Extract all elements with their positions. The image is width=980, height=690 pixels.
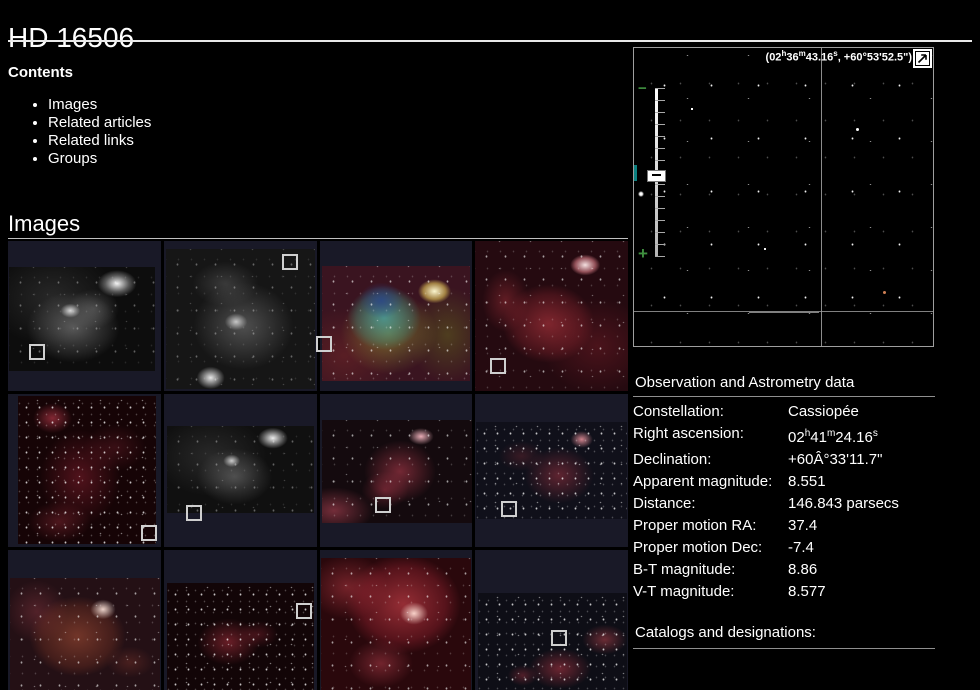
heart-nebula-color-wide (10, 578, 160, 690)
observation-row: Declination: +60Â°33'11.7" (633, 449, 935, 471)
heart-nebula-red-2 (321, 420, 472, 523)
observation-value: 8.577 (788, 583, 826, 600)
heart-nebula-dim-red (166, 583, 314, 690)
main-content: Contents ImagesRelated articlesRelated l… (8, 56, 628, 690)
image-thumbnail-5[interactable] (8, 394, 161, 547)
image-thumbnail-grid (8, 241, 628, 690)
image-region-marker (501, 501, 518, 517)
image-thumbnail-3[interactable] (315, 241, 473, 391)
map-zoom-slider[interactable]: − + (638, 80, 668, 268)
catalogs-heading: Catalogs and designations: (633, 624, 935, 649)
heart-nebula-bright-red (320, 558, 471, 690)
image-region-marker (490, 358, 507, 374)
observation-heading: Observation and Astrometry data (633, 374, 935, 397)
heart-nebula-false-color (321, 266, 470, 381)
images-divider (8, 238, 628, 239)
image-region-marker (374, 497, 391, 513)
image-region-marker (315, 336, 332, 352)
contents-link-related-articles[interactable]: Related articles (48, 114, 151, 131)
observation-label: Right ascension: (633, 425, 744, 442)
contents-item: Related links (48, 132, 628, 150)
map-grid-line-horizontal-2 (749, 312, 819, 313)
expand-arrow-icon (916, 52, 929, 65)
heart-nebula-grayscale-2 (165, 249, 315, 389)
map-grid-line-vertical (821, 48, 822, 346)
image-region-marker (295, 603, 312, 619)
map-star-dot (856, 128, 859, 131)
observation-row: Proper motion Dec: -7.4 (633, 537, 935, 559)
contents-item: Groups (48, 150, 628, 168)
image-region-marker (185, 505, 202, 521)
image-region-marker (29, 344, 45, 360)
image-thumbnail-9[interactable] (8, 550, 161, 690)
observation-label: Proper motion Dec: (633, 539, 763, 556)
observation-row: V-T magnitude: 8.577 (633, 581, 935, 603)
observation-table: Constellation: Cassiopée Right ascension: 0… (633, 401, 935, 603)
observation-label: V-T magnitude: (633, 583, 735, 600)
observation-value: Cassiopée (788, 403, 859, 420)
image-thumbnail-12[interactable] (475, 550, 628, 690)
contents-link-groups[interactable]: Groups (48, 150, 97, 167)
observation-row: B-T magnitude: 8.86 (633, 559, 935, 581)
heart-nebula-dark-red-portrait (18, 396, 156, 544)
observation-value: +60Â°33'11.7" (788, 451, 883, 468)
image-thumbnail-2[interactable] (163, 241, 317, 391)
observation-table-body: Constellation: Cassiopée Right ascension: 0… (633, 401, 935, 603)
observation-row: Constellation: Cassiopée (633, 401, 935, 423)
observation-label: Constellation: (633, 403, 724, 420)
contents-list: ImagesRelated articlesRelated linksGroup… (8, 96, 628, 168)
map-coordinates-label: (02h36m43.16s, +60°53'52.5") (765, 49, 912, 64)
image-thumbnail-6[interactable] (163, 394, 317, 547)
zoom-in-button[interactable]: + (638, 244, 648, 264)
observation-label: Proper motion RA: (633, 517, 757, 534)
heart-nebula-red-starfield (476, 422, 628, 519)
image-thumbnail-1[interactable] (8, 241, 161, 391)
observation-label: Apparent magnitude: (633, 473, 773, 490)
observation-row: Proper motion RA: 37.4 (633, 515, 935, 537)
observation-value: -7.4 (788, 539, 814, 556)
zoom-out-button[interactable]: − (638, 80, 647, 97)
page-title: HD 16506 (8, 21, 135, 53)
map-expand-button[interactable] (915, 51, 930, 66)
observation-row: Apparent magnitude: 8.551 (633, 471, 935, 493)
map-star-dot (691, 108, 693, 110)
contents-link-images[interactable]: Images (48, 96, 97, 113)
observation-label: Distance: (633, 495, 696, 512)
contents-heading: Contents (8, 64, 73, 81)
observation-row: Distance: 146.843 parsecs (633, 493, 935, 515)
observation-value: 8.86 (788, 561, 818, 578)
observation-value: 8.551 (788, 473, 826, 490)
image-thumbnail-10[interactable] (163, 550, 317, 690)
sky-map[interactable]: (02h36m43.16s, +60°53'52.5") − + (633, 47, 934, 347)
observation-label: Declination: (633, 451, 712, 468)
image-thumbnail-11[interactable] (319, 550, 473, 690)
map-teal-marker (634, 165, 637, 181)
image-region-marker (551, 630, 568, 646)
heart-nebula-grayscale-3 (166, 426, 314, 513)
observation-value: 37.4 (788, 517, 818, 534)
images-section-heading: Images (8, 211, 81, 236)
observation-value: 02h41m24.16s (788, 428, 878, 446)
image-region-marker (141, 525, 157, 541)
image-region-marker (281, 254, 298, 270)
image-thumbnail-8[interactable] (475, 394, 628, 547)
map-orange-star (883, 291, 886, 294)
map-star-dot (764, 248, 766, 250)
image-thumbnail-7[interactable] (319, 394, 473, 547)
observation-value: 146.843 parsecs (788, 495, 899, 512)
title-divider (8, 40, 972, 42)
sidebar: (02h36m43.16s, +60°53'52.5") − + Observa… (633, 47, 935, 649)
observation-label: B-T magnitude: (633, 561, 736, 578)
zoom-slider-handle[interactable] (647, 170, 666, 182)
contents-item: Images (48, 96, 628, 114)
contents-link-related-links[interactable]: Related links (48, 132, 134, 149)
contents-item: Related articles (48, 114, 628, 132)
observation-row: Right ascension: 02h41m24.16s (633, 423, 935, 449)
image-thumbnail-4[interactable] (475, 241, 628, 391)
